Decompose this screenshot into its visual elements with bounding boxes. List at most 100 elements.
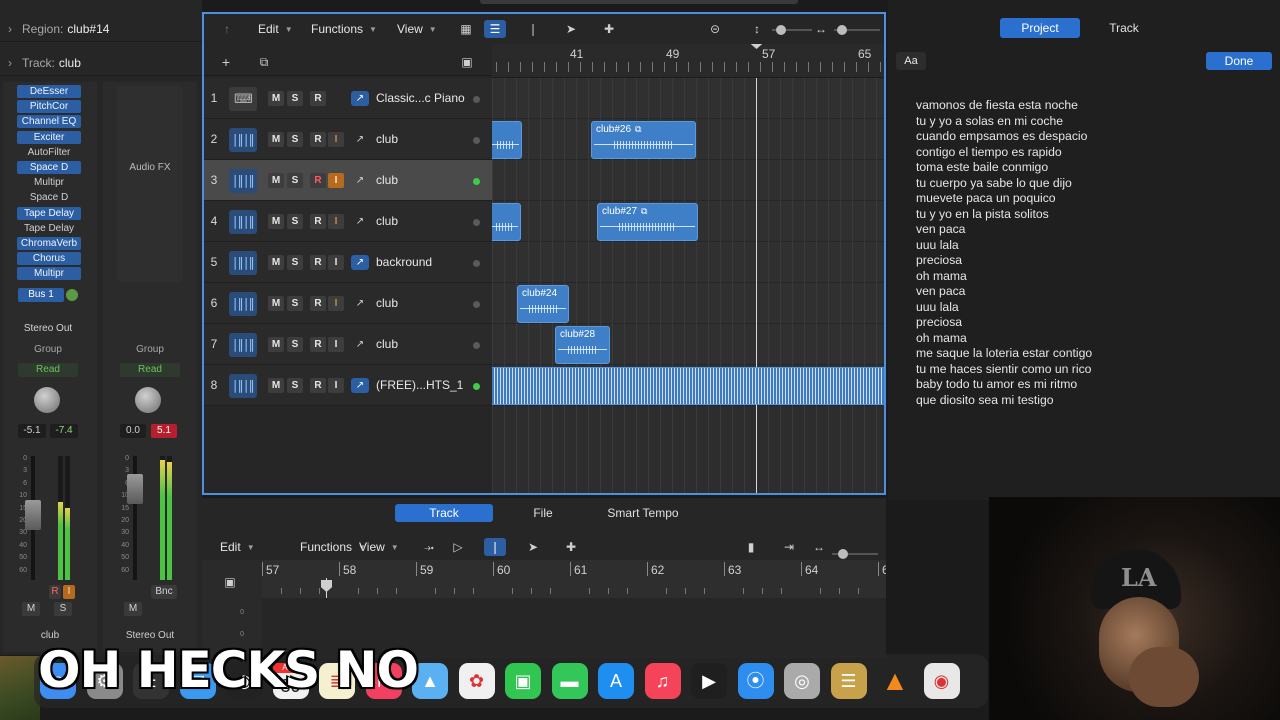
playhead-marker[interactable] <box>751 44 762 49</box>
volume-fader[interactable] <box>127 474 143 504</box>
output-stereo-out[interactable]: Stereo Out <box>18 322 78 336</box>
mute-button[interactable]: M <box>268 91 284 106</box>
final-cut-icon[interactable]: ▶ <box>691 663 727 699</box>
plugin-slot[interactable]: DeEsser <box>17 85 81 98</box>
global-tracks-icon[interactable]: ▣ <box>457 55 477 69</box>
plugin-slot[interactable]: Space D <box>17 161 81 174</box>
app-store-icon[interactable]: A <box>598 663 634 699</box>
mute-button[interactable]: M <box>124 602 142 616</box>
facetime-icon[interactable]: ▣ <box>505 663 541 699</box>
fit-width-icon[interactable]: ⇥ <box>778 538 800 556</box>
editor-edit-menu[interactable]: Edit ▼ <box>220 538 255 556</box>
editor-zoom-knob[interactable] <box>838 549 848 559</box>
list-view-icon[interactable]: ☰ <box>484 20 506 38</box>
track-header[interactable]: 3 ∣∥∣∥ M S R I ↗ club <box>204 160 492 201</box>
input-monitor-button[interactable]: I <box>328 214 344 229</box>
bus-send-button[interactable]: Bus 1 <box>18 288 64 302</box>
automation-icon[interactable]: ↗ <box>351 337 369 352</box>
track-name[interactable]: club <box>376 296 398 310</box>
track-lane[interactable] <box>492 242 884 283</box>
track-name[interactable]: backround <box>376 255 432 269</box>
mute-button[interactable]: M <box>268 255 284 270</box>
done-button[interactable]: Done <box>1206 52 1272 70</box>
plugin-slot[interactable]: Tape Delay <box>17 206 81 220</box>
automation-icon[interactable]: ↗ <box>351 132 369 147</box>
record-enable-button[interactable]: R <box>310 132 326 147</box>
track-header[interactable]: 8 ∣∥∣∥ M S R I ↗ (FREE)...HTS_1 <box>204 365 492 406</box>
plugin-slot[interactable]: Chorus <box>17 252 81 266</box>
track-lane[interactable] <box>492 78 884 119</box>
send-level-knob[interactable] <box>66 289 78 301</box>
crosshair-tool-icon[interactable]: ✚ <box>560 538 582 556</box>
font-button[interactable]: Aa <box>896 52 926 70</box>
archive-icon[interactable]: ☰ <box>830 663 867 699</box>
plugin-slot[interactable]: Multipr <box>17 267 81 281</box>
audio-region[interactable]: club#24 <box>517 285 569 323</box>
mute-button[interactable]: M <box>268 337 284 352</box>
chrome-icon[interactable]: ◉ <box>923 663 960 699</box>
vertical-zoom-knob[interactable] <box>776 25 786 35</box>
plugin-slot[interactable]: ChromaVerb <box>17 237 81 250</box>
editor-playhead-marker[interactable] <box>321 580 332 592</box>
track-header[interactable]: 6 ∣∥∣∥ M S R I ↗ club <box>204 283 492 324</box>
track-name[interactable]: Classic...c Piano <box>376 91 465 105</box>
track-name[interactable]: club <box>376 337 398 351</box>
functions-menu[interactable]: Functions ▼ <box>311 20 377 38</box>
solo-button[interactable]: S <box>287 91 303 106</box>
mute-button[interactable]: M <box>268 132 284 147</box>
duplicate-track-icon[interactable]: ⧉ <box>254 55 274 69</box>
bar-ruler[interactable]: 41 49 57 65 <box>492 44 884 78</box>
input-monitor-button[interactable]: I <box>63 585 75 599</box>
record-enable-button[interactable]: R <box>49 585 61 599</box>
solo-button[interactable]: S <box>287 255 303 270</box>
catch-playhead-icon[interactable]: ❘ <box>484 538 506 556</box>
group-slot[interactable]: Group <box>18 343 78 357</box>
record-enable-button[interactable]: R <box>310 255 326 270</box>
track-header[interactable]: 1 ⌨ M S R ↗ Classic...c Piano <box>204 78 492 119</box>
vertical-zoom-icon[interactable]: ↕ <box>746 20 768 38</box>
automation-icon[interactable]: ↗ <box>351 173 369 188</box>
waveform-zoom-icon[interactable]: ⊝ <box>704 20 726 38</box>
vlc-icon[interactable]: ▲ <box>877 663 913 699</box>
track-header[interactable]: 7 ∣∥∣∥ M S R I ↗ club <box>204 324 492 365</box>
catch-playhead-icon[interactable]: ❘ <box>522 20 544 38</box>
safari-icon[interactable]: ⦿ <box>737 663 774 699</box>
audio-region[interactable]: club#28 <box>555 326 610 364</box>
track-header[interactable]: 5 ∣∥∣∥ M S R I ↗ backround <box>204 242 492 283</box>
track-lane[interactable] <box>492 324 884 365</box>
pan-knob[interactable] <box>135 387 161 413</box>
mute-button[interactable]: M <box>268 378 284 393</box>
tab-file[interactable]: File <box>494 504 592 522</box>
editor-view-menu[interactable]: View ▼ <box>359 538 399 556</box>
plugin-slot[interactable]: PitchCor <box>17 100 81 114</box>
record-enable-button[interactable]: R <box>310 296 326 311</box>
record-enable-button[interactable]: R <box>310 214 326 229</box>
automation-read-button[interactable]: Read <box>18 363 78 377</box>
mute-button[interactable]: M <box>22 602 40 616</box>
audio-region[interactable]: club#26 ⧉ <box>591 121 696 159</box>
record-enable-button[interactable]: R <box>310 378 326 393</box>
record-enable-button[interactable]: R <box>310 173 326 188</box>
audio-fx-slot[interactable]: Audio FX <box>117 86 183 282</box>
audio-region-full[interactable] <box>492 367 884 405</box>
plugin-slot[interactable]: Channel EQ <box>17 115 81 129</box>
track-name[interactable]: club <box>376 173 398 187</box>
mute-button[interactable]: M <box>268 173 284 188</box>
lyrics-text[interactable]: vamonos de fiesta esta noche tu y yo a so… <box>916 98 1236 408</box>
input-monitor-button[interactable]: I <box>328 337 344 352</box>
arrange-area[interactable]: club#26 ⧉ club#27 ⧉ club#24 club#28 <box>492 78 884 493</box>
track-header[interactable]: 2 ∣∥∣∥ M S R I ↗ club <box>204 119 492 160</box>
solo-button[interactable]: S <box>287 337 303 352</box>
record-enable-button[interactable]: R <box>310 91 326 106</box>
bounce-button[interactable]: Bnc <box>151 585 177 599</box>
tab-track-notes[interactable]: Track <box>1084 18 1164 38</box>
input-monitor-button[interactable]: I <box>328 378 344 393</box>
group-slot[interactable]: Group <box>120 343 180 357</box>
horizontal-zoom-icon[interactable]: ↔ <box>810 20 832 38</box>
pointer-tool-icon[interactable]: ➤ <box>522 538 544 556</box>
automation-icon[interactable]: ↗ <box>351 255 369 270</box>
input-monitor-button[interactable]: I <box>328 296 344 311</box>
audio-region[interactable] <box>492 203 521 241</box>
track-lane[interactable] <box>492 160 884 201</box>
region-inspector-header[interactable]: › Region: club#14 <box>0 16 202 42</box>
